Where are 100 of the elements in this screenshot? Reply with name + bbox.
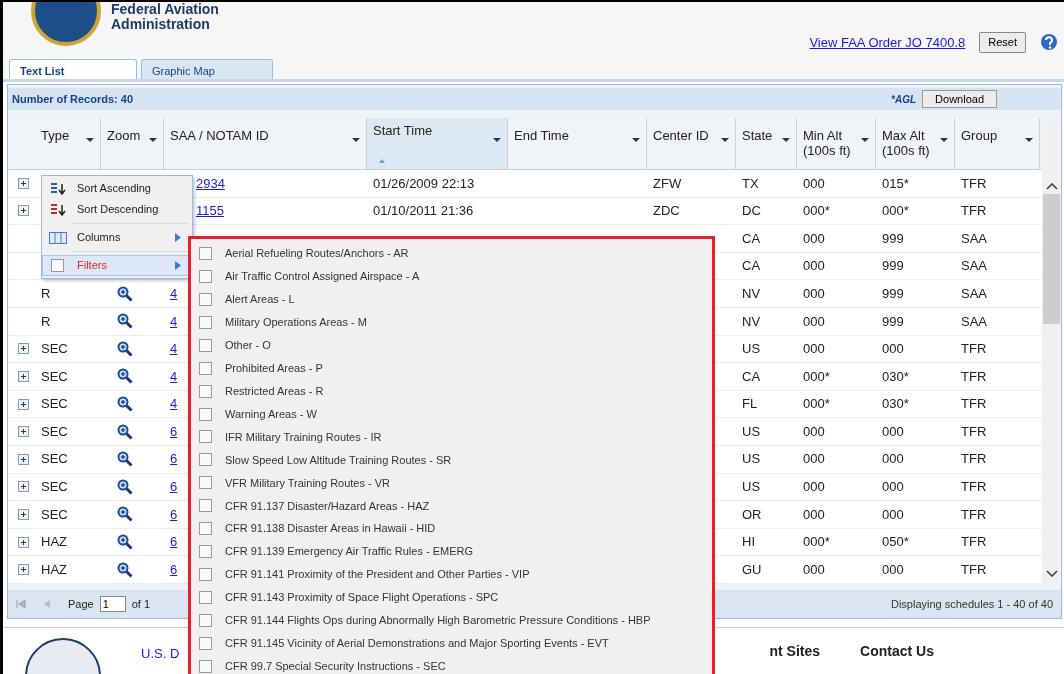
menu-item[interactable]: Warning Areas - W — [191, 402, 712, 426]
expand-icon[interactable] — [18, 398, 29, 410]
expand-icon[interactable] — [18, 508, 29, 520]
expand-icon[interactable] — [18, 536, 29, 548]
menu-item[interactable]: IFR Military Training Routes - IR — [191, 425, 712, 449]
notam-id-link[interactable]: 4 — [170, 396, 178, 412]
table-cell: SAA — [961, 313, 987, 329]
sort-descending-icon — [49, 202, 67, 217]
zoom-in-icon[interactable] — [117, 285, 133, 302]
notam-id-link[interactable]: 4 — [170, 313, 178, 329]
table-cell: ZFW — [653, 175, 682, 191]
scroll-up-icon[interactable] — [1045, 182, 1058, 190]
scrollbar[interactable] — [1042, 118, 1061, 584]
zoom-in-icon[interactable] — [117, 423, 133, 440]
table-cell: TFR — [961, 396, 987, 412]
table-cell: TFR — [961, 479, 987, 495]
notam-id-link[interactable]: 6 — [170, 423, 178, 439]
help-icon[interactable] — [1040, 33, 1060, 52]
menu-item[interactable]: Aerial Refueling Routes/Anchors - AR — [191, 242, 712, 265]
table-cell: SAA — [961, 258, 987, 274]
notam-id-link[interactable]: 1155 — [196, 203, 224, 219]
menu-item[interactable]: Other - O — [191, 333, 712, 357]
menu-item[interactable]: CFR 91.139 Emergency Air Traffic Rules - EMERG — [191, 540, 712, 564]
menu-item[interactable]: VFR Military Training Routes - VR — [191, 471, 712, 495]
table-cell: 01/10/2011 21:36 — [373, 203, 474, 219]
column-header[interactable]: Start Time — [367, 118, 508, 169]
table-cell: 01/26/2009 22:13 — [373, 175, 475, 191]
expand-icon[interactable] — [18, 564, 29, 576]
table-cell: 030* — [882, 368, 909, 384]
tab[interactable]: Graphic Map — [141, 59, 273, 79]
table-cell: US — [742, 479, 761, 495]
notam-id-link[interactable]: 4 — [170, 368, 178, 384]
record-count: Number of Records: 40 — [12, 91, 134, 107]
column-header[interactable]: Zoom — [101, 118, 164, 169]
reset-button[interactable]: Reset — [979, 32, 1026, 53]
expand-icon[interactable] — [18, 426, 29, 438]
menu-item[interactable]: Sort Ascending — [42, 178, 192, 199]
notam-id-link[interactable]: 4 — [170, 341, 178, 357]
table-cell: SEC — [41, 341, 68, 357]
table-cell: SEC — [41, 506, 68, 522]
expand-icon[interactable] — [18, 343, 29, 355]
expand-icon[interactable] — [18, 453, 29, 465]
column-header[interactable]: Min Alt (100s ft) — [797, 118, 876, 169]
menu-item[interactable]: Sort Descending — [42, 199, 192, 220]
notam-id-link[interactable]: 6 — [170, 451, 178, 467]
expand-icon[interactable] — [18, 481, 29, 493]
zoom-in-icon[interactable] — [117, 506, 133, 523]
menu-item[interactable]: Restricted Areas - R — [191, 379, 712, 403]
download-button[interactable]: Download — [922, 89, 997, 109]
table-cell: 000 — [882, 423, 904, 439]
notam-id-link[interactable]: 6 — [170, 534, 178, 550]
notam-id-link[interactable]: 2934 — [196, 175, 225, 191]
zoom-in-icon[interactable] — [117, 396, 133, 413]
zoom-in-icon[interactable] — [117, 534, 133, 550]
page-input[interactable]: 1 — [99, 596, 126, 612]
menu-item[interactable]: CFR 99.7 Special Security Instructions - SEC — [191, 654, 712, 674]
notam-id-link[interactable]: 6 — [170, 506, 178, 522]
table-cell: HAZ — [41, 534, 67, 550]
menu-item[interactable]: Alert Areas - L — [191, 287, 712, 311]
column-header[interactable]: State — [736, 118, 797, 169]
table-cell: 999 — [882, 230, 904, 246]
menu-item[interactable]: CFR 91.144 Flights Ops during Abnormally High Barometric Pressure Conditions - HBP — [191, 609, 712, 632]
page-total: of 1 — [131, 596, 151, 612]
sort-ascending-icon — [49, 181, 67, 196]
table-cell: 000 — [803, 285, 825, 301]
menu-item[interactable]: Military Operations Areas - M — [191, 310, 712, 334]
agency-title: Federal Aviation Administration — [111, 2, 219, 32]
menu-item[interactable]: Slow Speed Low Altitude Training Routes - SR — [191, 448, 712, 472]
zoom-in-icon[interactable] — [117, 451, 133, 468]
column-header[interactable]: End Time — [508, 118, 647, 169]
column-header[interactable]: Center ID — [647, 118, 736, 169]
zoom-in-icon[interactable] — [117, 313, 133, 330]
menu-item[interactable]: Air Traffic Control Assigned Airspace - A — [191, 264, 712, 288]
zoom-in-icon[interactable] — [117, 340, 133, 357]
notam-id-link[interactable]: 6 — [170, 561, 178, 577]
menu-item[interactable]: CFR 91.137 Disaster/Hazard Areas - HAZ — [191, 494, 712, 518]
table-cell: 015* — [882, 175, 909, 191]
expand-icon[interactable] — [18, 370, 29, 382]
column-header[interactable]: Max Alt (100s ft) — [876, 118, 955, 169]
menu-item[interactable]: CFR 91.145 Vicinity of Aerial Demonstrations and Major Sporting Events - EVT — [191, 631, 712, 655]
column-header[interactable]: Group — [955, 118, 1040, 169]
expand-icon[interactable] — [18, 177, 29, 189]
zoom-in-icon[interactable] — [117, 478, 133, 495]
tab[interactable]: Text List — [9, 59, 137, 79]
column-header[interactable]: Type — [35, 118, 101, 169]
zoom-in-icon[interactable] — [117, 561, 133, 578]
menu-item[interactable]: CFR 91.138 Disaster Areas in Hawaii - HID — [191, 517, 712, 541]
table-cell: 000 — [882, 451, 904, 467]
table-cell: US — [742, 423, 761, 439]
menu-item[interactable]: Prohibited Areas - P — [191, 356, 712, 380]
order-link[interactable]: View FAA Order JO 7400.8 — [809, 32, 966, 52]
menu-item[interactable]: CFR 91.143 Proximity of Space Flight Operations - SPC — [191, 586, 712, 609]
notam-id-link[interactable]: 6 — [170, 479, 178, 495]
zoom-in-icon[interactable] — [117, 368, 133, 385]
footer-heading: nt Sites — [769, 642, 821, 661]
expand-icon[interactable] — [18, 205, 29, 217]
menu-item[interactable]: CFR 91.141 Proximity of the President and Other Parties - VIP — [191, 563, 712, 587]
menu-item[interactable]: Columns — [42, 227, 192, 248]
scroll-down-icon[interactable] — [1045, 570, 1058, 578]
notam-id-link[interactable]: 4 — [170, 285, 178, 301]
